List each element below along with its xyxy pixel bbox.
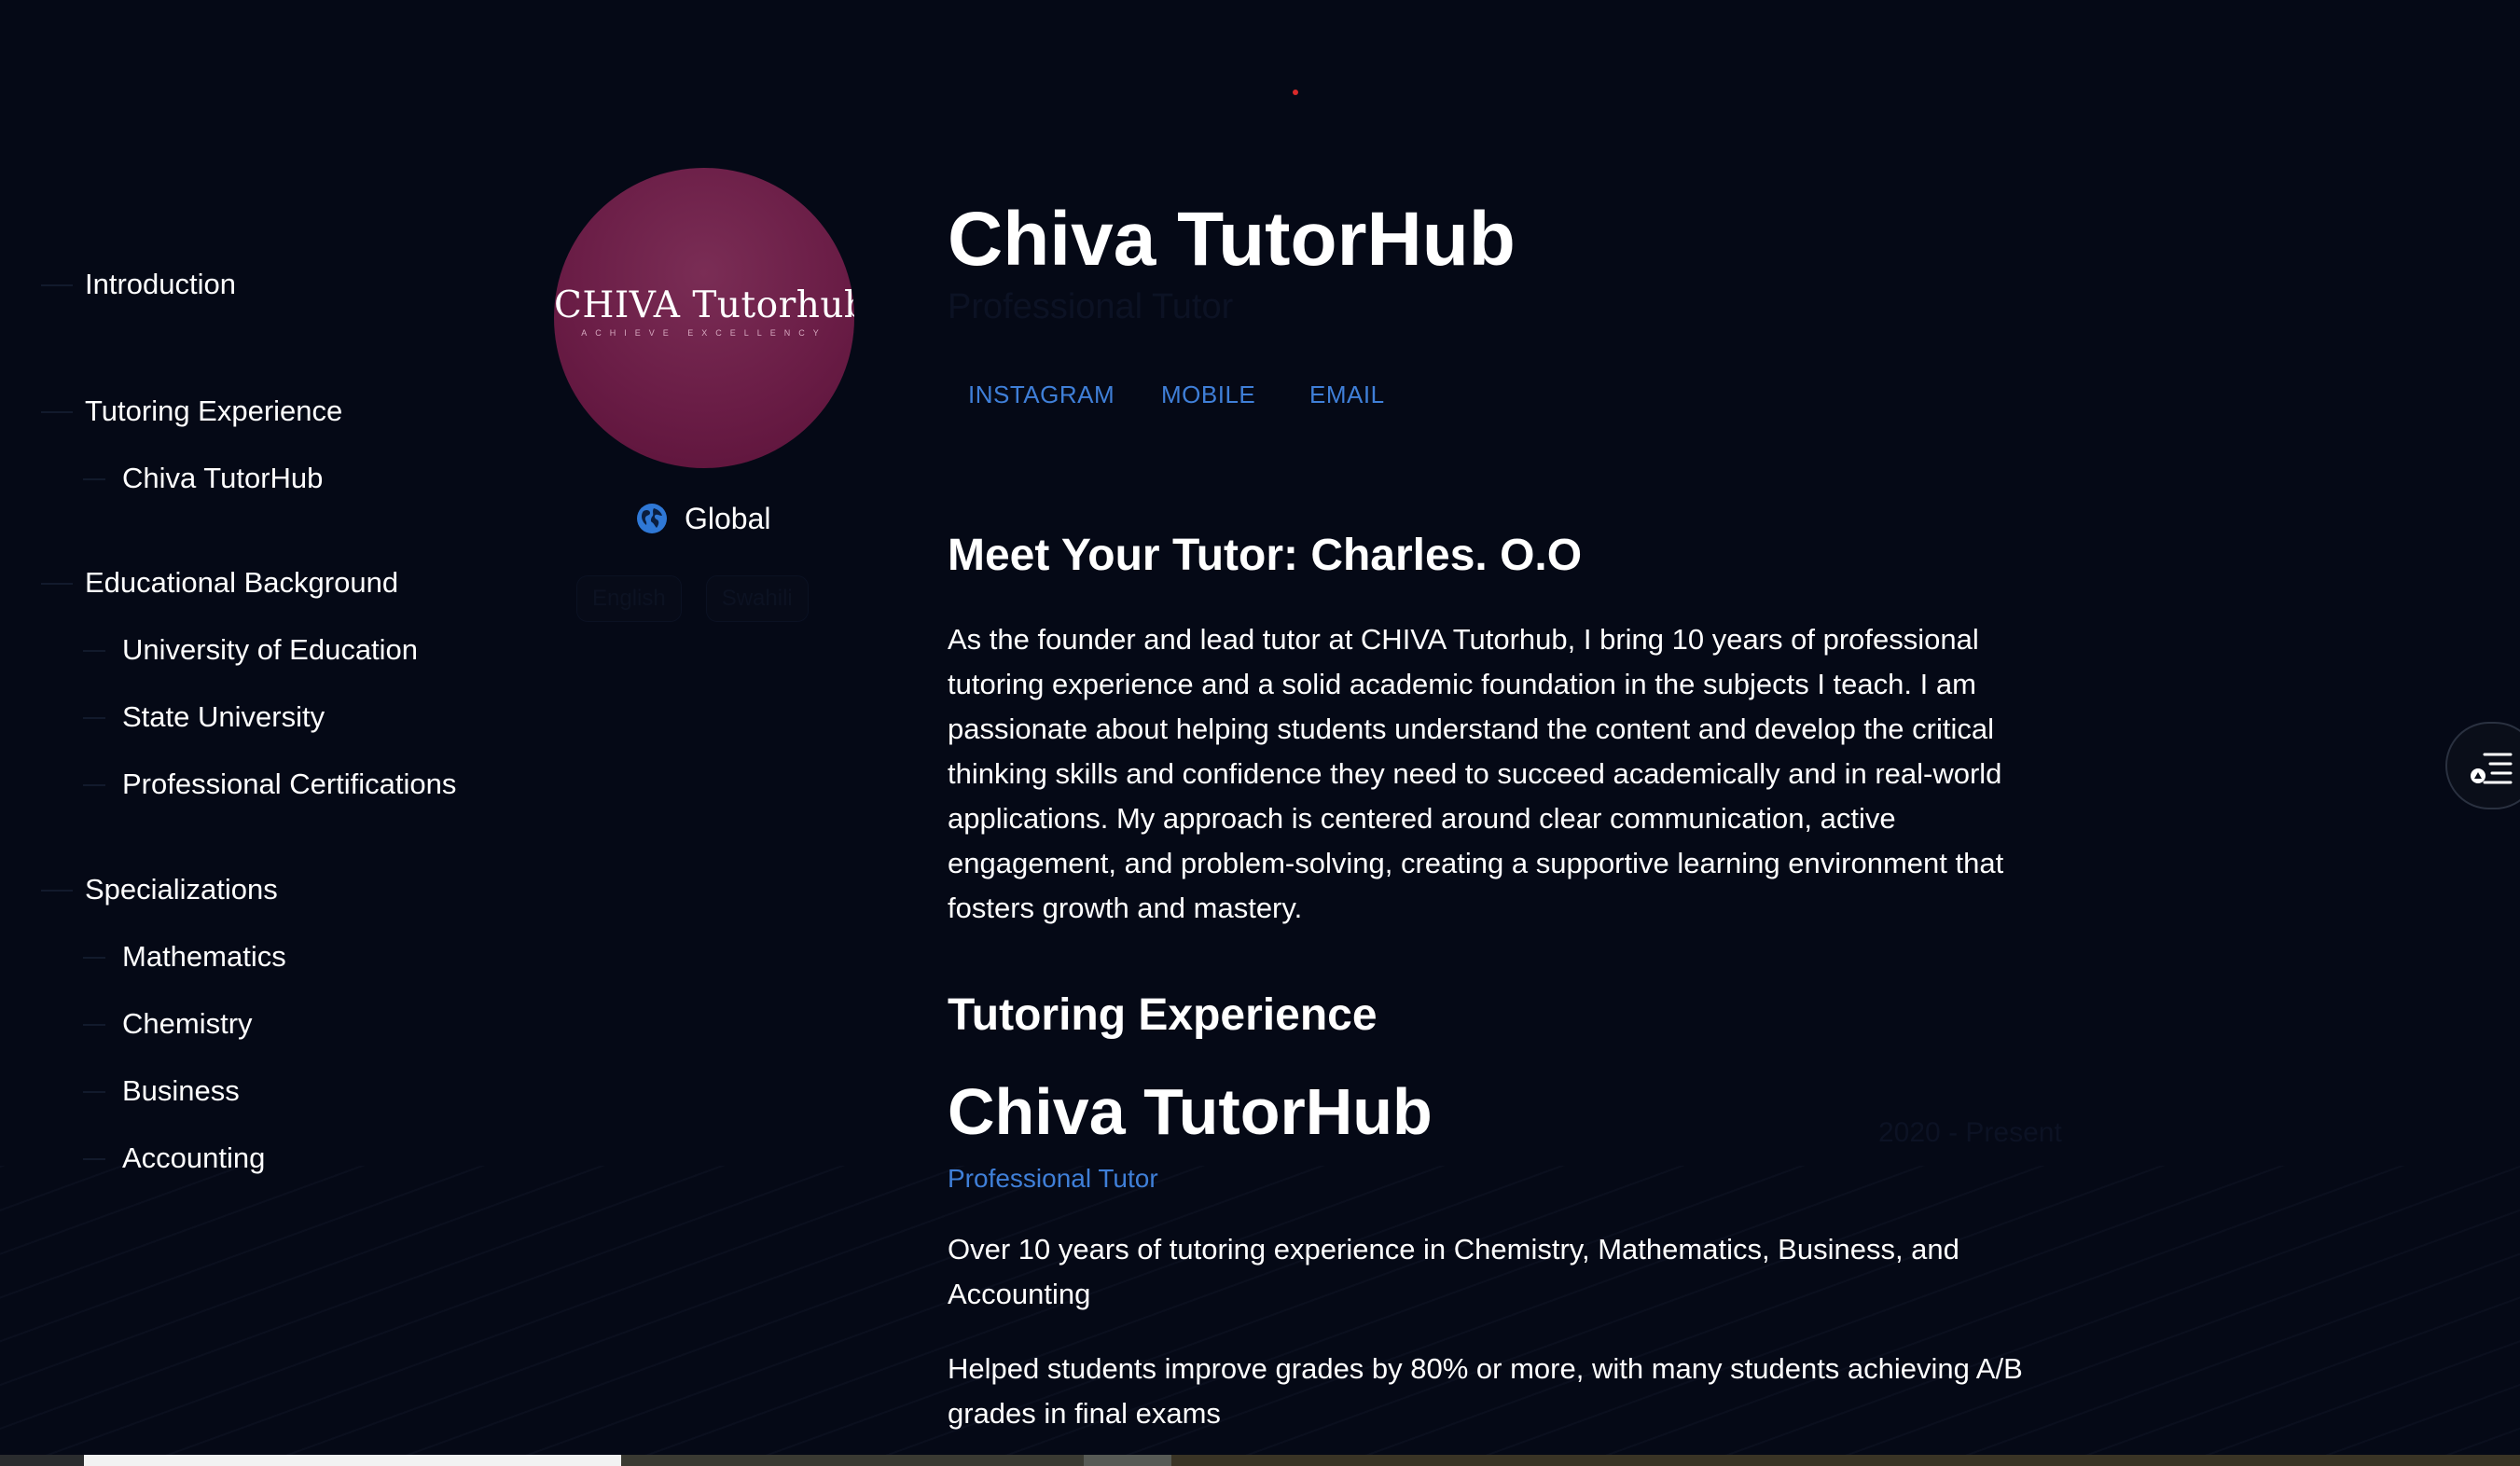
- toc-university-of-education[interactable]: University of Education: [82, 633, 418, 667]
- toc-state-university[interactable]: State University: [82, 700, 325, 734]
- toc-introduction[interactable]: Introduction: [41, 268, 236, 301]
- toc-specializations[interactable]: Specializations: [41, 873, 278, 906]
- location-text: Global: [685, 501, 771, 535]
- intro-heading: Meet Your Tutor: Charles. O.O: [948, 531, 1583, 580]
- toc-accounting[interactable]: Accounting: [82, 1141, 265, 1175]
- language-tag: English: [576, 575, 682, 622]
- experience-company: Chiva TutorHub: [948, 1075, 1433, 1148]
- language-tags: English Swahili: [576, 575, 809, 622]
- instagram-link[interactable]: INSTAGRAM: [968, 380, 1115, 409]
- experience-point: Over 10 years of tutoring experience in …: [948, 1233, 1959, 1310]
- table-of-contents-icon: [2471, 753, 2513, 784]
- experience-point: Helped students improve grades by 80% or…: [948, 1352, 2023, 1430]
- toc-tutoring-experience[interactable]: Tutoring Experience: [40, 394, 342, 428]
- table-of-contents-button[interactable]: [2445, 722, 2520, 809]
- location: Global: [636, 500, 771, 537]
- globe-icon: [637, 504, 667, 533]
- toc-business[interactable]: Business: [83, 1074, 240, 1108]
- toc-professional-certifications[interactable]: Professional Certifications: [82, 768, 456, 801]
- indicator-dot: [1293, 90, 1298, 95]
- avatar: CHIVA Tutorhub ACHIEVE EXCELLENCY: [554, 168, 854, 468]
- page-subtitle: Professional Tutor: [948, 287, 1234, 326]
- toc-chiva-tutorhub[interactable]: Chiva TutorHub: [82, 462, 323, 495]
- logo-text: CHIVA Tutorhub: [554, 284, 854, 326]
- toc-mathematics[interactable]: Mathematics: [83, 940, 286, 974]
- toc-chemistry[interactable]: Chemistry: [83, 1007, 253, 1041]
- experience-dates: 2020 - Present: [1878, 1117, 2062, 1148]
- page-title: Chiva TutorHub: [948, 197, 1516, 282]
- toc-educational-background[interactable]: Educational Background: [40, 566, 398, 600]
- mobile-link[interactable]: MOBILE: [1161, 380, 1255, 409]
- email-link[interactable]: EMAIL: [1309, 380, 1385, 409]
- language-tag: Swahili: [705, 575, 809, 622]
- intro-paragraph: As the founder and lead tutor at CHIVA T…: [948, 623, 2004, 924]
- experience-role: Professional Tutor: [948, 1164, 1158, 1193]
- experience-heading: Tutoring Experience: [948, 990, 1378, 1040]
- bottom-edge-preview: [0, 1455, 2520, 1466]
- logo-tagline: ACHIEVE EXCELLENCY: [581, 328, 827, 338]
